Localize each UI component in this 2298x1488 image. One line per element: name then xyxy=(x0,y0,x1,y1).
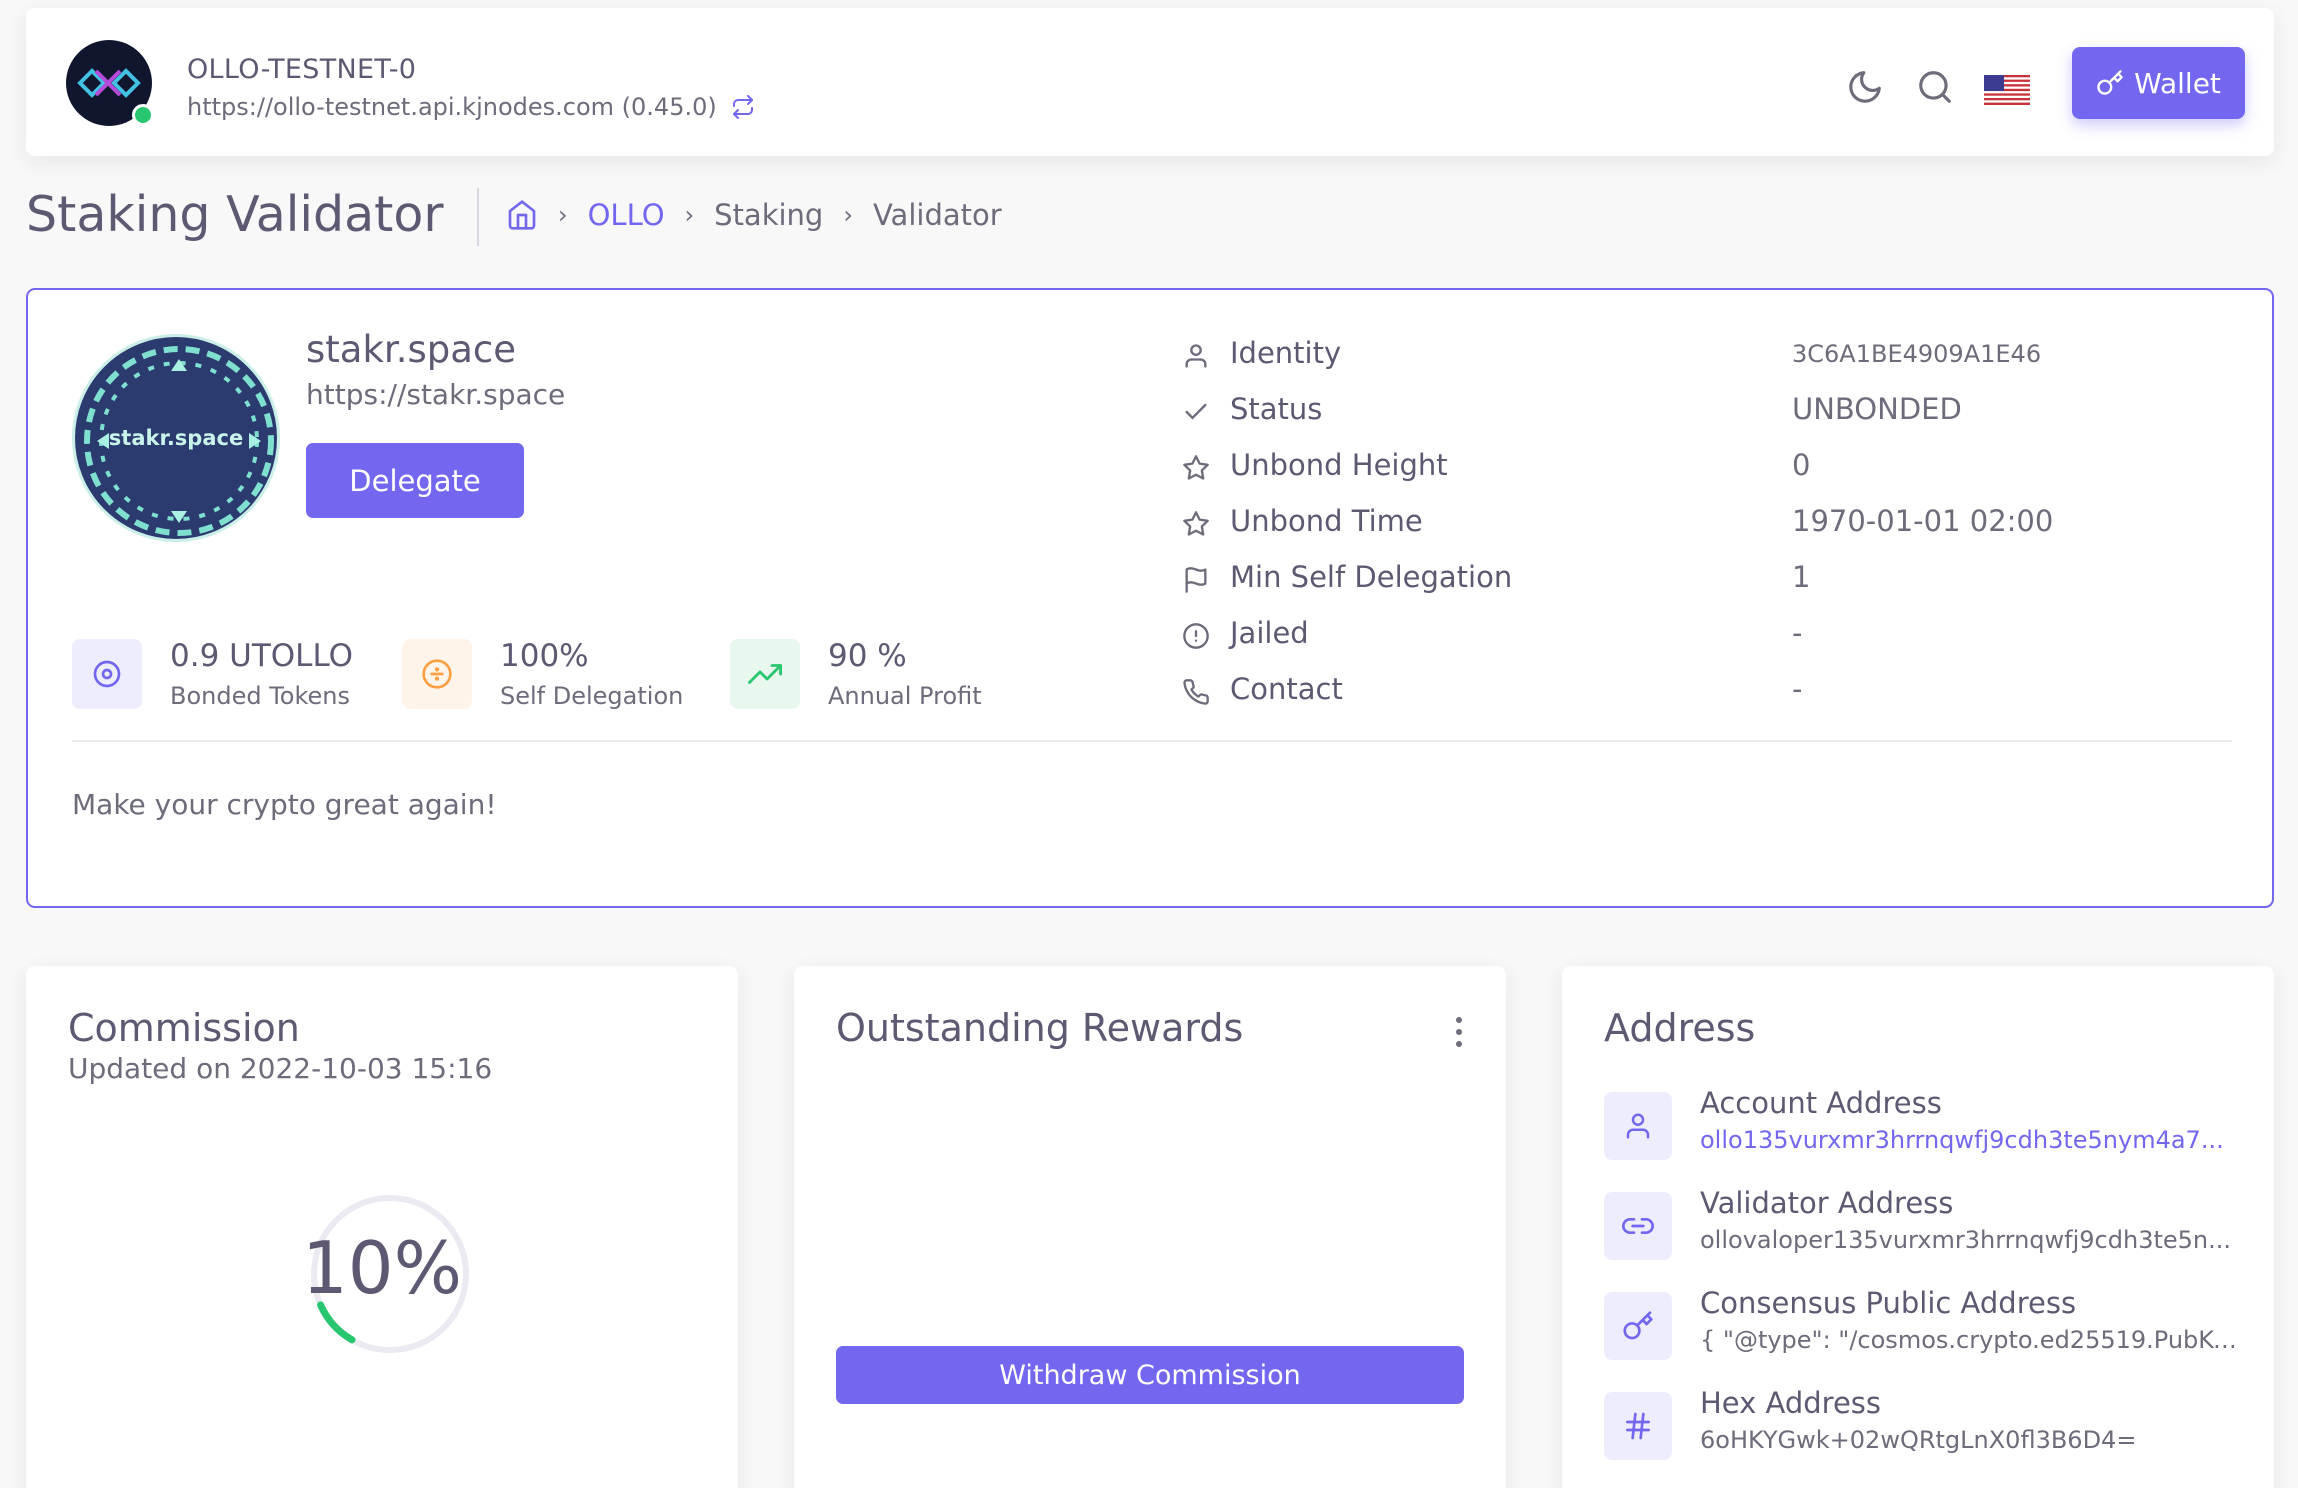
hex-address-value: 6oHKYGwk+02wQRtgLnX0fl3B6D4= xyxy=(1700,1426,2137,1454)
address-label: Consensus Public Address xyxy=(1700,1286,2077,1320)
info-value-identity: 3C6A1BE4909A1E46 xyxy=(1792,340,2042,368)
page-title: Staking Validator xyxy=(26,186,444,243)
key-icon xyxy=(1604,1292,1672,1360)
avatar-text: stakr.space xyxy=(108,426,244,450)
address-card: Address Account Address ollo135vurxmr3hr… xyxy=(1562,966,2274,1488)
address-label: Validator Address xyxy=(1700,1186,1954,1220)
chain-name: OLLO-TESTNET-0 xyxy=(187,54,417,85)
chain-endpoint: https://ollo-testnet.api.kjnodes.com (0.… xyxy=(187,93,755,121)
switch-endpoint-icon[interactable] xyxy=(731,95,755,119)
validator-address-value: ollovaloper135vurxmr3hrrnqwfj9cdh3te5n..… xyxy=(1700,1226,2232,1254)
phone-icon xyxy=(1183,679,1209,705)
trending-up-icon xyxy=(730,639,800,709)
breadcrumb-item-staking[interactable]: Staking xyxy=(714,198,823,232)
star-icon xyxy=(1183,455,1209,480)
stat-value: 0.9 UTOLLO xyxy=(170,638,354,674)
chain-logo[interactable] xyxy=(66,40,154,126)
breadcrumb-divider xyxy=(477,188,479,246)
home-icon[interactable] xyxy=(506,199,538,231)
user-icon xyxy=(1185,344,1207,368)
check-icon xyxy=(1185,403,1207,420)
rewards-title: Outstanding Rewards xyxy=(836,1006,1244,1050)
commission-title: Commission xyxy=(68,1006,300,1050)
top-navbar: OLLO-TESTNET-0 https://ollo-testnet.api.… xyxy=(26,8,2274,156)
commission-rate: 10% xyxy=(302,1226,463,1310)
chevron-right-icon: › xyxy=(558,201,568,229)
validator-moniker: stakr.space xyxy=(306,328,517,371)
info-value-contact: - xyxy=(1792,672,1803,706)
address-label: Hex Address xyxy=(1700,1386,1882,1420)
breadcrumb: › OLLO › Staking › Validator xyxy=(506,198,1002,232)
wallet-button[interactable]: Wallet xyxy=(2072,47,2245,119)
endpoint-text: https://ollo-testnet.api.kjnodes.com (0.… xyxy=(187,93,717,121)
info-value-jailed: - xyxy=(1792,616,1803,650)
info-label-unbond-time: Unbond Time xyxy=(1230,504,1423,538)
stat-self-delegation: 100% Self Delegation xyxy=(402,638,683,710)
info-value-min-self-delegation: 1 xyxy=(1792,560,1811,594)
validator-avatar: stakr.space xyxy=(72,334,280,542)
withdraw-commission-button[interactable]: Withdraw Commission xyxy=(836,1346,1464,1404)
info-value-status: UNBONDED xyxy=(1792,392,1962,426)
stat-annual-profit: 90 % Annual Profit xyxy=(730,638,982,710)
account-address-link[interactable]: ollo135vurxmr3hrrnqwfj9cdh3te5nym4a7... xyxy=(1700,1126,2240,1154)
chevron-right-icon: › xyxy=(684,201,695,229)
stat-label: Self Delegation xyxy=(500,682,684,710)
stat-label: Annual Profit xyxy=(828,682,982,710)
address-title: Address xyxy=(1604,1006,1756,1050)
star-icon xyxy=(1183,511,1209,536)
hash-icon xyxy=(1604,1392,1672,1460)
info-label-status: Status xyxy=(1230,392,1323,426)
validator-website[interactable]: https://stakr.space xyxy=(306,378,565,411)
delegate-button[interactable]: Delegate xyxy=(306,443,524,518)
info-value-unbond-height: 0 xyxy=(1792,448,1811,482)
moon-icon[interactable] xyxy=(1846,68,1884,106)
link-icon xyxy=(1604,1192,1672,1260)
info-label-unbond-height: Unbond Height xyxy=(1230,448,1448,482)
card-divider xyxy=(72,740,2232,742)
info-label-jailed: Jailed xyxy=(1230,616,1309,650)
info-value-unbond-time: 1970-01-01 02:00 xyxy=(1792,504,2054,538)
outstanding-rewards-card: Outstanding Rewards Withdraw Commission xyxy=(794,966,1506,1488)
search-icon[interactable] xyxy=(1916,68,1954,106)
divide-icon xyxy=(402,639,472,709)
stat-label: Bonded Tokens xyxy=(170,682,351,710)
breadcrumb-item-ollo[interactable]: OLLO xyxy=(588,198,665,232)
target-icon xyxy=(72,639,142,709)
breadcrumb-item-validator: Validator xyxy=(872,198,1002,232)
alert-circle-icon xyxy=(1183,623,1209,649)
commission-card: Commission Updated on 2022-10-03 15:16 1… xyxy=(26,966,738,1488)
validator-card: stakr.space stakr.space https://stakr.sp… xyxy=(26,288,2274,908)
more-vertical-icon[interactable] xyxy=(1444,1012,1474,1052)
stat-bonded-tokens: 0.9 UTOLLO Bonded Tokens xyxy=(72,638,353,710)
info-label-contact: Contact xyxy=(1230,672,1343,706)
flag-icon xyxy=(1185,567,1207,593)
stat-value: 100% xyxy=(500,638,589,674)
commission-updated: Updated on 2022-10-03 15:16 xyxy=(68,1052,493,1085)
validator-details: Make your crypto great again! xyxy=(72,788,497,821)
wallet-label: Wallet xyxy=(2134,66,2221,100)
address-label: Account Address xyxy=(1700,1086,1942,1120)
user-icon xyxy=(1604,1092,1672,1160)
info-label-identity: Identity xyxy=(1230,336,1342,370)
consensus-address-value: { "@type": "/cosmos.crypto.ed25519.PubKe… xyxy=(1700,1326,2240,1354)
chevron-right-icon: › xyxy=(843,201,853,229)
online-status-dot xyxy=(132,104,154,126)
info-label-min-self-delegation: Min Self Delegation xyxy=(1230,560,1513,594)
ollo-logo-icon xyxy=(77,68,141,98)
stat-value: 90 % xyxy=(828,638,907,674)
key-icon xyxy=(2097,70,2123,95)
us-flag-icon[interactable] xyxy=(1984,75,2030,105)
